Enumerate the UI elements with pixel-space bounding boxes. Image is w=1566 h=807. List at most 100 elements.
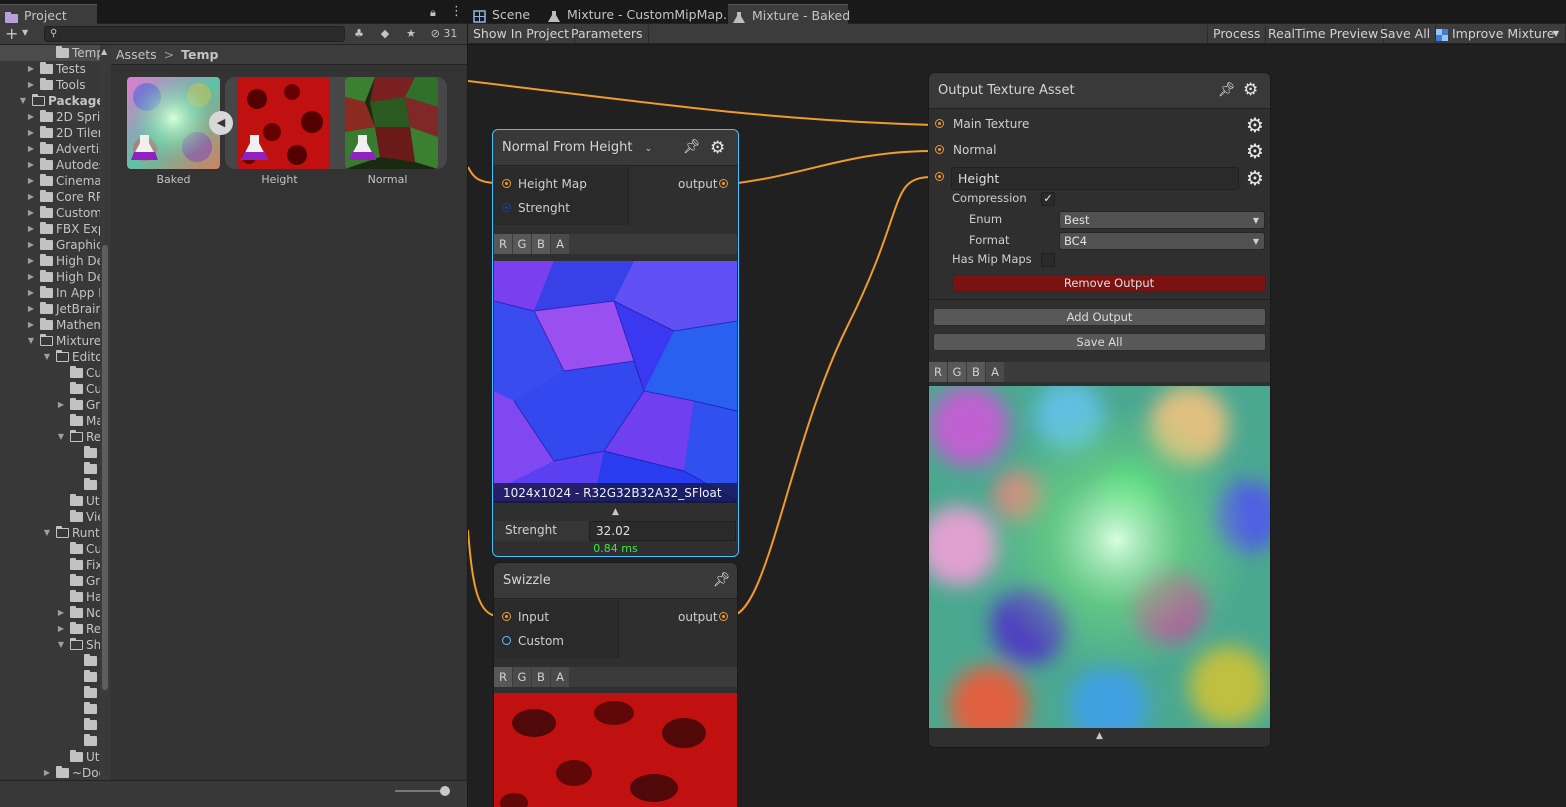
tree-item[interactable]: ▶ Cinemac [0, 173, 108, 189]
port-custom[interactable] [502, 636, 511, 645]
port-height[interactable] [935, 172, 944, 181]
expand-down-icon[interactable]: ▼ [26, 333, 36, 349]
expand-right-icon[interactable]: ▶ [26, 61, 36, 77]
tree-item[interactable]: O [0, 685, 109, 701]
tree-item[interactable]: Cus [0, 365, 108, 381]
port-output[interactable] [719, 612, 728, 621]
favorite-star-icon[interactable]: ★ [400, 26, 422, 42]
tree-item[interactable]: View [0, 509, 109, 525]
tree-scroll-thumb[interactable] [102, 245, 108, 690]
expand-right-icon[interactable]: ▶ [26, 189, 36, 205]
tree-item[interactable]: U [0, 477, 109, 493]
tree-item[interactable]: U [0, 733, 109, 749]
channel-r-toggle[interactable]: R [929, 362, 947, 382]
tab-mixture-custommipmap[interactable]: Mixture - CustomMipMap... [543, 4, 743, 25]
normal-from-height-node[interactable]: Normal From Height ⌄ 📌︎ ⚙ Height Map Str… [492, 129, 739, 557]
edge-normal[interactable] [729, 150, 934, 185]
tree-item[interactable]: C [0, 653, 108, 669]
hidden-packages-toggle[interactable]: ⊘ 31 [426, 26, 462, 42]
save-all-node-button[interactable]: Save All [933, 333, 1266, 351]
tree-item[interactable]: ▶ Graphics [0, 237, 109, 253]
channel-g-toggle[interactable]: G [513, 234, 531, 254]
tree-item[interactable]: ▼ Packages [0, 93, 109, 109]
tree-item[interactable]: ▶ Advertis [0, 141, 105, 157]
gear-icon[interactable]: ⚙ [710, 140, 725, 157]
search-input[interactable]: ⚲ [44, 26, 345, 42]
port-height-map[interactable] [502, 179, 511, 188]
tree-item[interactable]: T [0, 461, 107, 477]
tree-item[interactable]: ▶ Autodesl [0, 157, 108, 173]
channel-a-toggle[interactable]: A [551, 667, 569, 687]
label-tag-icon[interactable]: ◆ [374, 26, 396, 42]
gear-icon[interactable]: ⚙ [1246, 168, 1264, 188]
tree-item[interactable]: N [0, 669, 109, 685]
channel-g-toggle[interactable]: G [513, 667, 531, 687]
expand-right-icon[interactable]: ▶ [26, 173, 36, 189]
expand-right-icon[interactable]: ▶ [26, 221, 36, 237]
strenght-field[interactable]: 32.02 [589, 521, 736, 541]
expand-down-icon[interactable]: ▼ [42, 525, 52, 541]
tree-item[interactable]: ▶ Mathema [0, 317, 109, 333]
improve-mixture-dropdown[interactable]: Improve Mixture ▼ [1432, 25, 1566, 43]
tree-item[interactable]: ▶ 2D Tilem [0, 125, 109, 141]
pin-icon[interactable]: 📌︎ [713, 572, 731, 588]
port-main-texture[interactable] [935, 119, 944, 128]
expand-right-icon[interactable]: ▶ [26, 205, 36, 221]
tree-item[interactable]: ▼ Res [0, 429, 107, 445]
remove-output-button[interactable]: Remove Output [952, 274, 1266, 292]
tree-item[interactable]: ▶ High Def [0, 269, 108, 285]
expand-right-icon[interactable]: ▶ [56, 621, 66, 637]
swizzle-node[interactable]: Swizzle 📌︎ Input Custom output RGBA [493, 562, 738, 807]
tree-item[interactable]: ▼ Runtin [0, 525, 109, 541]
gear-icon[interactable]: ⚙ [1246, 141, 1264, 161]
port-strenght[interactable] [502, 203, 511, 212]
channel-r-toggle[interactable]: R [494, 667, 512, 687]
graph-canvas[interactable]: Normal From Height ⌄ 📌︎ ⚙ Height Map Str… [468, 45, 1566, 807]
tree-item[interactable]: s [0, 717, 106, 733]
tree-item[interactable]: ▶ Tools [0, 77, 100, 93]
tree-item[interactable]: ▶ In App Pu [0, 285, 109, 301]
output-name-field[interactable]: Height [951, 167, 1239, 190]
tree-item[interactable]: Gra [0, 573, 108, 589]
expand-right-icon[interactable]: ▶ [26, 109, 36, 125]
compression-format-dropdown[interactable]: BC4 [1059, 232, 1265, 250]
collapse-group-icon[interactable]: ◀ [209, 111, 233, 135]
port-normal[interactable] [935, 145, 944, 154]
collapse-preview-icon[interactable]: ▲ [494, 503, 737, 521]
tree-item[interactable]: ▶ Res [0, 621, 107, 637]
channel-r-toggle[interactable]: R [494, 234, 512, 254]
compression-checkbox[interactable]: ✓ [1041, 192, 1055, 206]
tree-item[interactable]: Util [0, 749, 106, 765]
tree-item[interactable]: ▶ JetBrain [0, 301, 103, 317]
tab-scene[interactable]: Scene [468, 4, 538, 25]
mipmaps-checkbox[interactable] [1041, 253, 1055, 267]
tab-project[interactable]: Project [0, 4, 97, 25]
kebab-menu-icon[interactable]: ⋮ [450, 4, 463, 19]
gear-icon[interactable]: ⚙ [1243, 82, 1258, 99]
expand-right-icon[interactable]: ▶ [26, 269, 36, 285]
gear-icon[interactable]: ⚙ [1246, 115, 1264, 135]
edge-height[interactable] [729, 176, 934, 617]
asset-thumb-baked[interactable] [127, 77, 220, 169]
pin-icon[interactable]: 📌︎ [1218, 82, 1236, 98]
node-header[interactable]: Swizzle [494, 563, 737, 599]
add-output-button[interactable]: Add Output [933, 308, 1266, 326]
compression-enum-dropdown[interactable]: Best [1059, 211, 1265, 229]
expand-right-icon[interactable]: ▶ [26, 253, 36, 269]
tree-item[interactable]: P [0, 701, 107, 717]
tree-item[interactable]: Hac [0, 589, 109, 605]
scroll-up-icon[interactable]: ▲ [101, 47, 107, 56]
asset-thumb-normal[interactable] [345, 77, 438, 169]
expand-right-icon[interactable]: ▶ [26, 157, 36, 173]
port-input[interactable] [502, 612, 511, 621]
process-button[interactable]: Process [1207, 25, 1267, 43]
channel-a-toggle[interactable]: A [986, 362, 1004, 382]
node-header[interactable]: Normal From Height ⌄ [493, 130, 738, 166]
tree-item[interactable]: Temp [0, 45, 104, 61]
expand-down-icon[interactable]: ▼ [18, 93, 28, 109]
tree-item[interactable]: ▶ ~Docu [0, 765, 109, 781]
edge-main-texture[interactable] [468, 80, 934, 126]
expand-right-icon[interactable]: ▶ [56, 397, 66, 413]
breadcrumb-current[interactable]: Temp [181, 47, 218, 62]
expand-down-icon[interactable]: ▼ [42, 349, 52, 365]
